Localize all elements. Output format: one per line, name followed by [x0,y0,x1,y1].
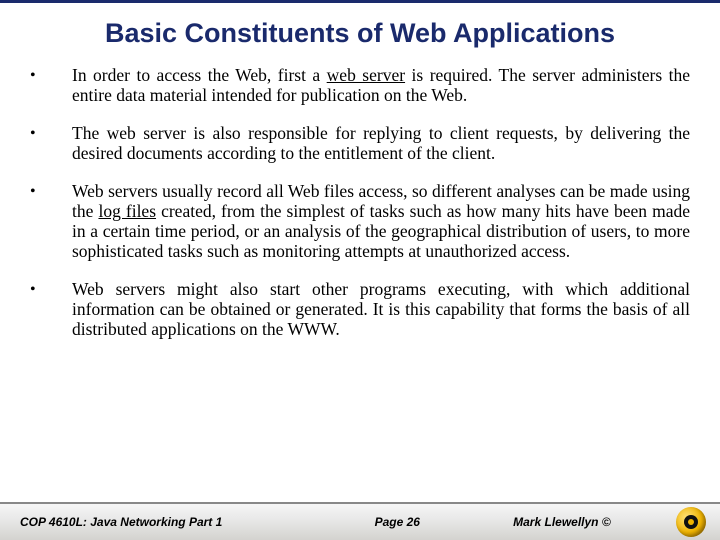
bullet-marker: • [30,123,72,144]
bullet-item: • Web servers usually record all Web fil… [30,181,690,261]
text-underlined: web server [327,65,405,85]
slide-title: Basic Constituents of Web Applications [0,0,720,59]
bullet-text: Web servers might also start other progr… [72,279,690,339]
bullet-marker: • [30,65,72,86]
footer-author: Mark Llewellyn © [473,515,651,529]
bullet-item: • In order to access the Web, first a we… [30,65,690,105]
bullet-item: • The web server is also responsible for… [30,123,690,163]
text-pre: In order to access the Web, first a [72,65,327,85]
footer-page: Page 26 [322,515,473,529]
footer-logo-wrap [651,507,706,537]
slide-body: • In order to access the Web, first a we… [0,59,720,339]
bullet-text: In order to access the Web, first a web … [72,65,690,105]
top-divider [0,0,720,3]
bullet-marker: • [30,181,72,202]
bullet-item: • Web servers might also start other pro… [30,279,690,339]
bullet-text: The web server is also responsible for r… [72,123,690,163]
text-underlined: log files [98,201,156,221]
text-post: created, from the simplest of tasks such… [72,201,690,261]
bullet-text: Web servers usually record all Web files… [72,181,690,261]
ucf-logo-icon [676,507,706,537]
text-pre: The web server is also responsible for r… [72,123,690,163]
footer-course: COP 4610L: Java Networking Part 1 [20,515,322,529]
slide-footer: COP 4610L: Java Networking Part 1 Page 2… [0,502,720,540]
text-pre: Web servers might also start other progr… [72,279,690,339]
bullet-marker: • [30,279,72,300]
